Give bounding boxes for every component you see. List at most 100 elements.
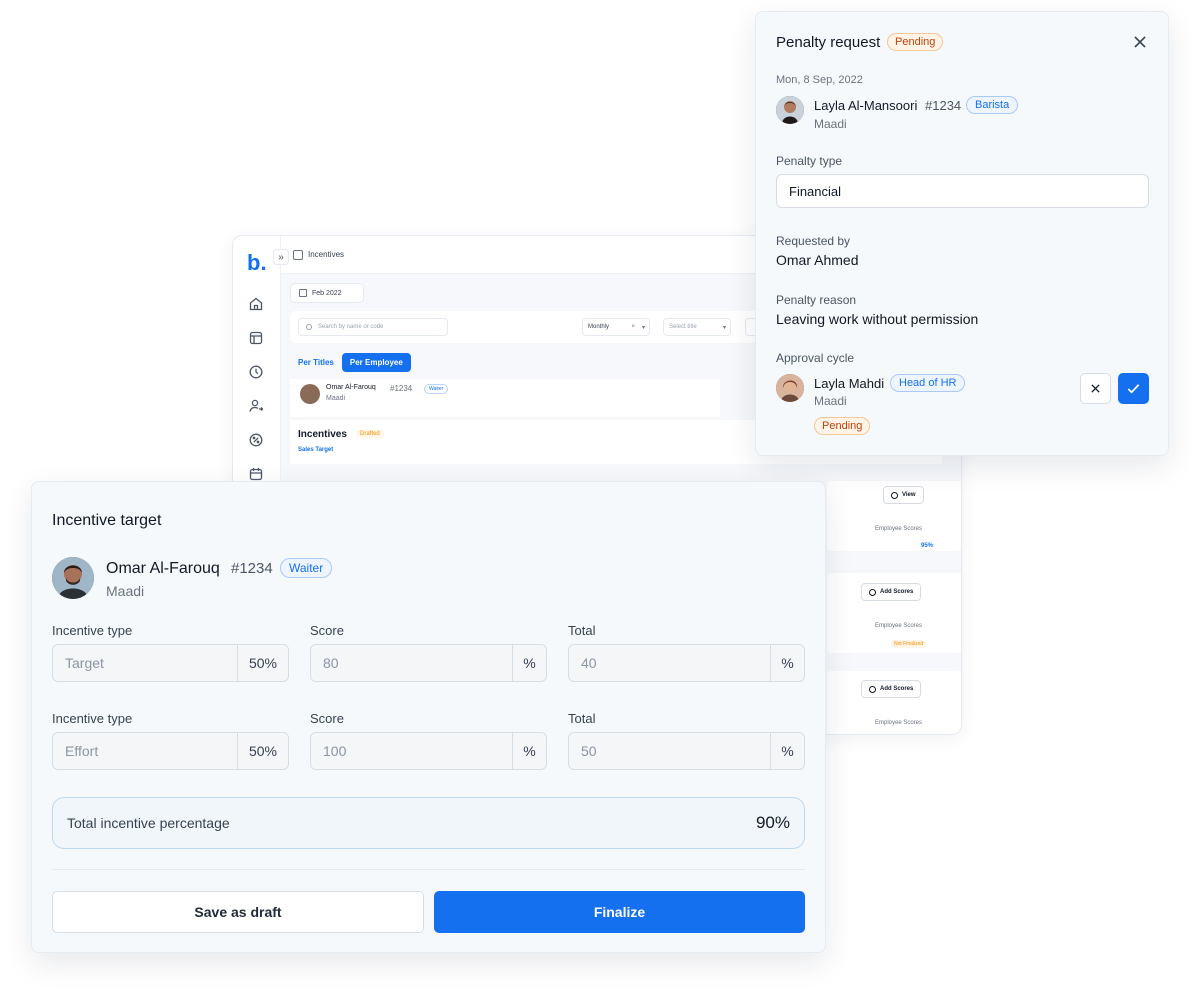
view-button[interactable]: View <box>883 486 924 504</box>
score-card: Add Scores Employee Scores Not Finalized <box>827 573 961 653</box>
employee-role-badge: Waiter <box>280 558 333 578</box>
employee-location: Maadi <box>326 395 346 402</box>
period-select-value: Monthly <box>588 324 610 330</box>
incentive-target-card: Incentive target Omar Al-Farouq #1234 Wa… <box>31 481 826 953</box>
date-filter[interactable]: Feb 2022 <box>290 283 364 303</box>
total-unit: % <box>770 733 804 769</box>
incentive-type-field[interactable]: Effort 50% <box>52 732 289 770</box>
not-finalized-badge: Not Finalized <box>891 640 927 648</box>
sidebar-collapse-button[interactable]: » <box>273 249 289 265</box>
employee-id: #1234 <box>231 560 273 577</box>
incentive-type-value: Effort <box>65 743 99 759</box>
total-label: Total <box>568 623 596 638</box>
finalize-button[interactable]: Finalize <box>434 891 805 933</box>
approve-button[interactable] <box>1118 373 1149 404</box>
penalty-type-label: Penalty type <box>776 154 843 168</box>
penalty-reason-value: Leaving work without permission <box>776 311 979 327</box>
employee-name: Layla Al-Mansoori <box>814 98 918 113</box>
requested-by-label: Requested by <box>776 234 851 248</box>
incentive-type-value: Target <box>65 655 104 671</box>
save-draft-button[interactable]: Save as draft <box>52 891 424 933</box>
incentive-weight: 50% <box>237 733 288 769</box>
avatar <box>52 557 94 599</box>
chevron-down-icon: ▾ <box>722 324 726 331</box>
employee-scores-label: Employee Scores <box>875 526 923 532</box>
incentive-type-label: Incentive type <box>52 623 133 638</box>
avatar <box>300 384 320 404</box>
penalty-request-card: Penalty request Pending Mon, 8 Sep, 2022… <box>755 11 1169 456</box>
employee-role-badge: Barista <box>966 96 1019 114</box>
score-value: 80 <box>323 655 339 671</box>
search-placeholder: Search by name or code <box>318 324 384 330</box>
score-label: Score <box>310 623 344 638</box>
total-incentive-label: Total incentive percentage <box>67 815 230 831</box>
approval-cycle-label: Approval cycle <box>776 351 855 365</box>
total-incentive-summary: Total incentive percentage 90% <box>52 797 805 849</box>
divider <box>52 869 805 870</box>
score-input[interactable]: 100 % <box>310 732 547 770</box>
plus-circle-icon <box>869 685 876 693</box>
add-scores-label: Add Scores <box>880 686 914 692</box>
employee-score-value: 95% <box>921 543 934 549</box>
title-select[interactable]: Select title ▾ <box>663 318 731 336</box>
total-value: 40 <box>581 655 597 671</box>
check-icon <box>1127 384 1140 394</box>
add-scores-label: Add Scores <box>880 589 914 595</box>
incentive-type-field[interactable]: Target 50% <box>52 644 289 682</box>
view-tabs: Per Titles Per Employee <box>298 353 411 372</box>
percent-icon[interactable] <box>248 432 264 448</box>
employee-location: Maadi <box>106 583 145 599</box>
employee-scores-label: Employee Scores <box>875 623 923 629</box>
total-label: Total <box>568 711 596 726</box>
employee-row[interactable]: Omar Al-Farouq #1234 Waiter Maadi <box>290 379 720 417</box>
title-select-placeholder: Select title <box>669 324 697 330</box>
score-input[interactable]: 80 % <box>310 644 547 682</box>
close-icon[interactable] <box>1132 34 1148 50</box>
total-value: 50 <box>581 743 597 759</box>
search-input[interactable]: Search by name or code <box>298 318 448 336</box>
employee-name: Omar Al-Farouq <box>106 560 220 577</box>
score-unit: % <box>512 733 546 769</box>
score-label: Score <box>310 711 344 726</box>
home-icon[interactable] <box>248 296 264 312</box>
incentive-type-label: Incentive type <box>52 711 133 726</box>
employee-id: #1234 <box>390 384 413 393</box>
total-field[interactable]: 40 % <box>568 644 805 682</box>
avatar <box>776 374 804 402</box>
approver-role-badge: Head of HR <box>890 374 966 392</box>
calendar-icon <box>299 289 307 297</box>
period-select[interactable]: Monthly × ▾ <box>582 318 650 336</box>
clear-icon[interactable]: × <box>631 324 635 330</box>
sales-target-link[interactable]: Sales Target <box>298 447 333 453</box>
tab-per-titles[interactable]: Per Titles <box>298 354 334 371</box>
total-incentive-value: 90% <box>755 813 790 832</box>
score-card: Add Scores Employee Scores <box>827 671 961 734</box>
employee-name: Omar Al-Farouq <box>326 384 376 391</box>
plus-circle-icon <box>869 588 876 596</box>
incentive-target-title: Incentive target <box>52 512 162 529</box>
penalty-title: Penalty request <box>776 34 881 51</box>
total-field[interactable]: 50 % <box>568 732 805 770</box>
avatar <box>776 96 804 124</box>
add-scores-button[interactable]: Add Scores <box>861 680 922 698</box>
user-transfer-icon[interactable] <box>248 398 264 414</box>
approver-location: Maadi <box>814 394 847 408</box>
score-unit: % <box>512 645 546 681</box>
tab-per-employee[interactable]: Per Employee <box>341 353 411 372</box>
add-scores-button[interactable]: Add Scores <box>861 583 922 601</box>
calendar-icon[interactable] <box>248 466 264 482</box>
eye-icon <box>891 491 898 499</box>
chevron-down-icon: ▾ <box>641 324 645 331</box>
date-filter-label: Feb 2022 <box>312 289 342 297</box>
employee-id: #1234 <box>925 98 962 113</box>
score-card: View Employee Scores 95% <box>827 481 961 551</box>
drafted-badge: Drafted <box>356 430 384 438</box>
request-date: Mon, 8 Sep, 2022 <box>776 74 863 86</box>
approver-name: Layla Mahdi <box>814 376 885 391</box>
clock-icon[interactable] <box>248 364 264 380</box>
reject-button[interactable] <box>1080 373 1111 404</box>
penalty-type-field[interactable]: Financial <box>776 174 1149 208</box>
penalty-reason-label: Penalty reason <box>776 293 857 307</box>
view-button-label: View <box>902 492 916 498</box>
table-icon[interactable] <box>248 330 264 346</box>
